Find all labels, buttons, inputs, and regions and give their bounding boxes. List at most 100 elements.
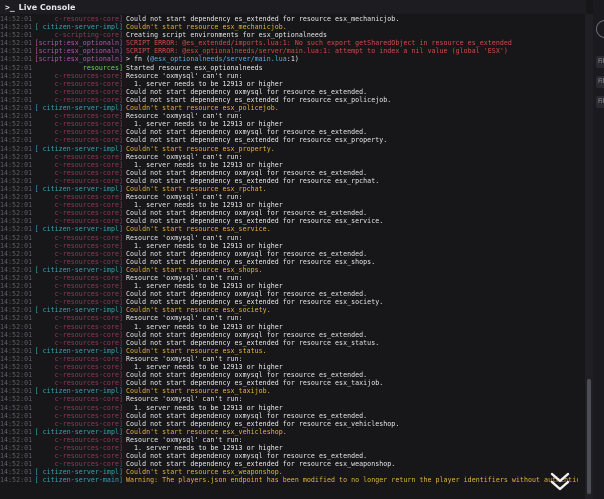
panel-item[interactable]: Fil xyxy=(596,56,604,68)
line-timestamp: 14:52:01 xyxy=(0,209,33,218)
console-line: 14:52:01[ citizen-server-impl] Couldn't s… xyxy=(0,225,578,233)
line-message: 1. server needs to be 12913 or higher xyxy=(126,79,283,88)
panel-circle-icon[interactable] xyxy=(596,20,604,38)
line-channel: c-resources-core] xyxy=(54,233,123,242)
console-output[interactable]: 14:52:01 c-resources-core] Could not start… xyxy=(0,15,578,495)
line-timestamp: 14:52:01 xyxy=(0,95,33,104)
line-channel: c-resources-core] xyxy=(54,338,123,347)
line-channel: c-resources-core] xyxy=(54,363,123,372)
line-channel: c-resources-core] xyxy=(54,128,123,137)
line-timestamp: 14:52:01 xyxy=(0,330,33,339)
line-channel: [ citizen-server-impl] xyxy=(34,144,123,153)
console-line: 14:52:01[ citizen-server-impl] Couldn't s… xyxy=(0,387,578,395)
line-channel: [script:esx_optionaln] xyxy=(34,47,123,56)
line-message: Couldn't start resource esx_shops. xyxy=(126,265,263,274)
console-line: 14:52:01 c-resources-core] Resource 'oxmys… xyxy=(0,355,578,363)
line-timestamp: 14:52:01 xyxy=(0,435,33,444)
line-channel: c-resources-core] xyxy=(54,452,123,461)
console-line: 14:52:01 c-resources-core] Resource 'oxmys… xyxy=(0,274,578,282)
line-message: Could not start dependency es_extended f… xyxy=(126,15,400,23)
line-message: Couldn't start resource esx_service. xyxy=(126,225,271,234)
line-channel: c-resources-core] xyxy=(54,435,123,444)
right-side-panel: Fil Fil Fil xyxy=(593,0,604,499)
console-line: 14:52:01 c-resources-core] Resource 'oxmys… xyxy=(0,436,578,444)
console-line: 14:52:01 c-resources-core] Could not start… xyxy=(0,96,578,104)
message-file-link[interactable]: @esx_optionalneeds/server/main.lua xyxy=(150,55,287,63)
line-message: Could not start dependency es_extended f… xyxy=(126,338,380,347)
line-timestamp: 14:52:01 xyxy=(0,403,33,412)
line-channel: [ citizen-server-impl] xyxy=(34,427,123,436)
panel-item[interactable]: Fil xyxy=(596,96,604,108)
line-message: Could not start dependency es_extended f… xyxy=(126,217,384,226)
line-channel: c-resources-core] xyxy=(54,322,123,331)
console-scrollbar[interactable] xyxy=(585,14,593,499)
scrollbar-thumb[interactable] xyxy=(587,379,591,494)
console-line: 14:52:01 c-resources-core] Could not start… xyxy=(0,339,578,347)
line-channel: [ citizen-server-impl] xyxy=(34,346,123,355)
line-timestamp: 14:52:01 xyxy=(0,160,33,169)
line-message: 1. server needs to be 12913 or higher xyxy=(126,160,283,169)
panel-item[interactable]: Fil xyxy=(596,76,604,88)
line-message: Creating script environments for esx_opt… xyxy=(126,31,327,40)
console-line: 14:52:01 c-resources-core] 1. server need… xyxy=(0,161,578,169)
line-message: Resource 'oxmysql' can't run: xyxy=(126,435,243,444)
line-message: Warning: The players.json endpoint has b… xyxy=(126,476,578,485)
line-timestamp: 14:52:01 xyxy=(0,39,33,48)
console-line: 14:52:01 c-resources-core] Could not start… xyxy=(0,412,578,420)
line-channel: c-resources-core] xyxy=(54,257,123,266)
line-timestamp: 14:52:01 xyxy=(0,168,33,177)
console-line: 14:52:01[ citizen-server-impl] Couldn't s… xyxy=(0,145,578,153)
line-timestamp: 14:52:01 xyxy=(0,176,33,185)
line-message: Could not start dependency oxmysql for r… xyxy=(126,168,368,177)
line-message: Could not start dependency es_extended f… xyxy=(126,379,384,388)
console-line: 14:52:01[ citizen-server-impl] Couldn't s… xyxy=(0,306,578,314)
line-timestamp: 14:52:01 xyxy=(0,460,33,469)
console-line: 14:52:01 c-resources-core] Could not start… xyxy=(0,371,578,379)
line-channel: c-resources-core] xyxy=(54,71,123,80)
console-line: 14:52:01 c-resources-core] Could not start… xyxy=(0,331,578,339)
line-timestamp: 14:52:01 xyxy=(0,193,33,202)
line-timestamp: 14:52:01 xyxy=(0,427,33,436)
line-message: Couldn't start resource esx_property. xyxy=(126,144,275,153)
line-channel: [ citizen-server-impl] xyxy=(34,468,123,477)
line-timestamp: 14:52:01 xyxy=(0,249,33,258)
line-message: Could not start dependency oxmysql for r… xyxy=(126,290,368,299)
line-timestamp: 14:52:01 xyxy=(0,184,33,193)
scroll-to-bottom-button[interactable] xyxy=(543,465,577,499)
console-line: 14:52:01 c-resources-core] Could not start… xyxy=(0,169,578,177)
console-line: 14:52:01 c-resources-core] Could not start… xyxy=(0,209,578,217)
line-message: 1. server needs to be 12913 or higher xyxy=(126,403,283,412)
line-channel: [ citizen-server-impl] xyxy=(34,387,123,396)
line-message: Resource 'oxmysql' can't run: xyxy=(126,71,243,80)
line-timestamp: 14:52:01 xyxy=(0,112,33,121)
line-channel: [ citizen-server-impl] xyxy=(34,104,123,113)
line-message: 1. server needs to be 12913 or higher xyxy=(126,201,283,210)
line-timestamp: 14:52:01 xyxy=(0,314,33,323)
console-line: 14:52:01 c-resources-core] Could not start… xyxy=(0,15,578,23)
line-channel: c-resources-core] xyxy=(54,79,123,88)
line-message: Could not start dependency es_extended f… xyxy=(126,176,380,185)
line-timestamp: 14:52:01 xyxy=(0,443,33,452)
line-channel: c-resources-core] xyxy=(54,217,123,226)
line-timestamp: 14:52:01 xyxy=(0,257,33,266)
line-timestamp: 14:52:01 xyxy=(0,274,33,282)
line-channel: c-resources-core] xyxy=(54,395,123,404)
console-line: 14:52:01 c-resources-core] Could not start… xyxy=(0,250,578,258)
line-timestamp: 14:52:01 xyxy=(0,241,33,250)
line-timestamp: 14:52:01 xyxy=(0,120,33,129)
console-line: 14:52:01[ citizen-server-impl] Couldn't s… xyxy=(0,185,578,193)
line-timestamp: 14:52:01 xyxy=(0,63,33,72)
console-line: 14:52:01 c-resources-core] Resource 'oxmys… xyxy=(0,153,578,161)
console-line: 14:52:01 c-resources-core] 1. server need… xyxy=(0,363,578,371)
line-timestamp: 14:52:01 xyxy=(0,15,33,23)
line-message: Couldn't start resource esx_mechanicjob. xyxy=(126,23,287,32)
line-channel: c-resources-core] xyxy=(54,241,123,250)
line-message: Couldn't start resource esx_taxijob. xyxy=(126,387,271,396)
line-message: Could not start dependency oxmysql for r… xyxy=(126,330,368,339)
line-message: 1. server needs to be 12913 or higher xyxy=(126,120,283,129)
line-timestamp: 14:52:01 xyxy=(0,31,33,40)
line-channel: c-resources-core] xyxy=(54,419,123,428)
console-line: 14:52:01 c-resources-core] Resource 'oxmys… xyxy=(0,112,578,120)
line-message: SCRIPT ERROR: @es_extended/imports.lua:1… xyxy=(126,39,512,48)
console-line: 14:52:01 c-resources-core] 1. server need… xyxy=(0,323,578,331)
